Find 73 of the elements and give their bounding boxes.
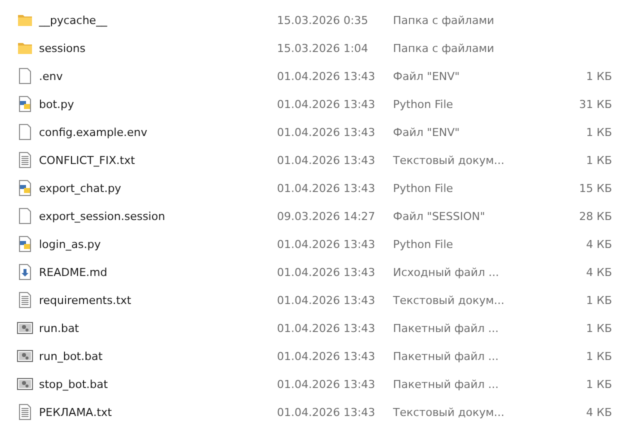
- batch-file-icon: [17, 376, 33, 392]
- file-type: Пакетный файл ...: [393, 378, 499, 390]
- file-name[interactable]: РЕКЛАМА.txt: [35, 406, 112, 418]
- file-type: Файл "ENV": [393, 70, 460, 82]
- file-icon: [17, 68, 33, 84]
- file-name[interactable]: bot.py: [35, 98, 74, 110]
- file-name[interactable]: run.bat: [35, 322, 79, 334]
- file-type: Папка с файлами: [393, 14, 494, 26]
- text-file-icon: [17, 292, 33, 308]
- python-file-icon: [17, 180, 33, 196]
- text-file-icon: [17, 404, 33, 420]
- folder-icon: [17, 40, 33, 56]
- file-type: Файл "ENV": [393, 126, 460, 138]
- file-size: 1 КБ: [586, 154, 612, 166]
- file-size: 1 КБ: [586, 126, 612, 138]
- modified-date: 15.03.2026 0:35: [277, 14, 368, 26]
- modified-date: 01.04.2026 13:43: [277, 182, 376, 194]
- file-name[interactable]: CONFLICT_FIX.txt: [35, 154, 135, 166]
- file-name[interactable]: requirements.txt: [35, 294, 132, 306]
- batch-file-icon: [17, 348, 33, 364]
- file-name[interactable]: export_session.session: [35, 210, 166, 222]
- file-type: Python File: [393, 182, 454, 194]
- modified-date: 01.04.2026 13:43: [277, 238, 376, 250]
- file-size: 1 КБ: [586, 378, 612, 390]
- file-size: 4 КБ: [586, 406, 612, 418]
- file-type: Python File: [393, 98, 454, 110]
- markdown-file-icon: [17, 264, 33, 280]
- modified-date: 01.04.2026 13:43: [277, 294, 376, 306]
- file-type: Пакетный файл ...: [393, 350, 499, 362]
- modified-date: 01.04.2026 13:43: [277, 406, 376, 418]
- file-size: 1 КБ: [586, 350, 612, 362]
- batch-file-icon: [17, 320, 33, 336]
- file-name[interactable]: README.md: [35, 266, 108, 278]
- modified-date: 01.04.2026 13:43: [277, 70, 376, 82]
- folder-icon: [17, 12, 33, 28]
- modified-date: 09.03.2026 14:27: [277, 210, 376, 222]
- modified-date: 01.04.2026 13:43: [277, 154, 376, 166]
- file-icon: [17, 124, 33, 140]
- python-file-icon: [17, 236, 33, 252]
- modified-date: 15.03.2026 1:04: [277, 42, 368, 54]
- modified-date: 01.04.2026 13:43: [277, 350, 376, 362]
- file-name[interactable]: run_bot.bat: [35, 350, 103, 362]
- file-size: 1 КБ: [586, 294, 612, 306]
- modified-date: 01.04.2026 13:43: [277, 98, 376, 110]
- file-name[interactable]: sessions: [35, 42, 86, 54]
- file-size: 15 КБ: [579, 182, 612, 194]
- file-name[interactable]: __pycache__: [35, 14, 108, 26]
- file-size: 4 КБ: [586, 238, 612, 250]
- file-type: Файл "SESSION": [393, 210, 486, 222]
- modified-date: 01.04.2026 13:43: [277, 322, 376, 334]
- file-size: 4 КБ: [586, 266, 612, 278]
- file-name[interactable]: config.example.env: [35, 126, 148, 138]
- file-type: Папка с файлами: [393, 42, 494, 54]
- file-type: Python File: [393, 238, 454, 250]
- file-size: 31 КБ: [579, 98, 612, 110]
- file-name[interactable]: .env: [35, 70, 63, 82]
- file-type: Исходный файл ...: [393, 266, 499, 278]
- file-type: Пакетный файл ...: [393, 322, 499, 334]
- modified-date: 01.04.2026 13:43: [277, 378, 376, 390]
- file-size: 1 КБ: [586, 322, 612, 334]
- file-name[interactable]: login_as.py: [35, 238, 101, 250]
- modified-date: 01.04.2026 13:43: [277, 266, 376, 278]
- file-size: 1 КБ: [586, 70, 612, 82]
- file-name[interactable]: export_chat.py: [35, 182, 122, 194]
- file-icon: [17, 208, 33, 224]
- file-name[interactable]: stop_bot.bat: [35, 378, 108, 390]
- text-file-icon: [17, 152, 33, 168]
- modified-date: 01.04.2026 13:43: [277, 126, 376, 138]
- file-size: 28 КБ: [579, 210, 612, 222]
- file-type: Текстовый докум...: [393, 294, 504, 306]
- file-type: Текстовый докум...: [393, 406, 504, 418]
- python-file-icon: [17, 96, 33, 112]
- file-type: Текстовый докум...: [393, 154, 504, 166]
